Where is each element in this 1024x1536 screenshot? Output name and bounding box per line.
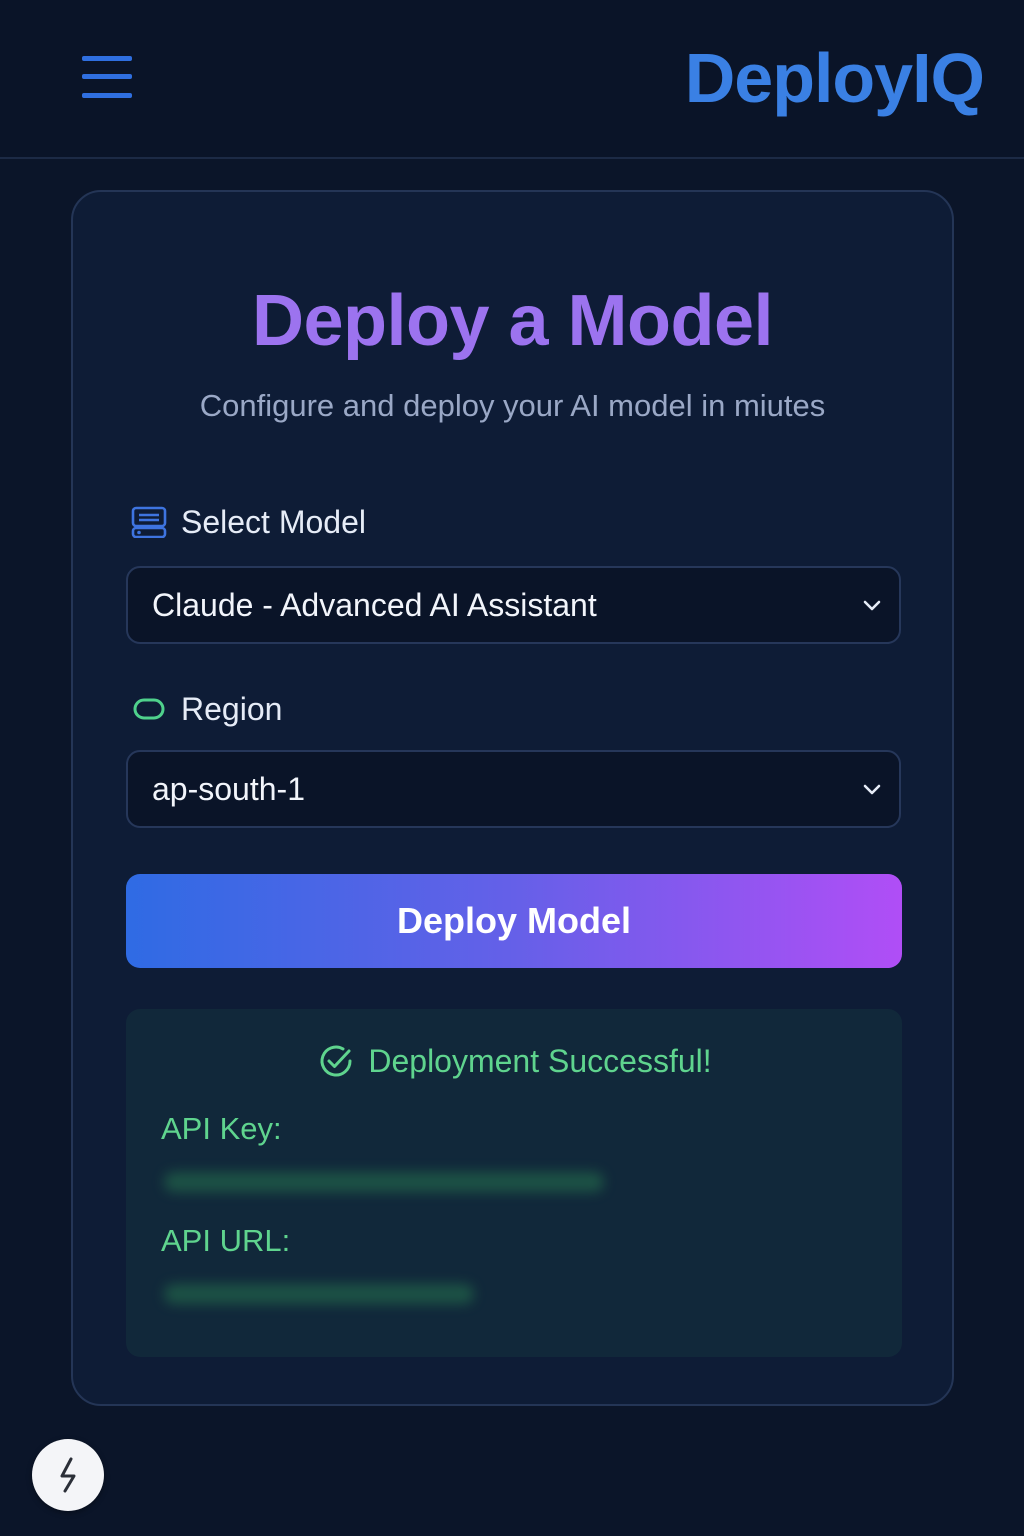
bolt-action-button[interactable]: [32, 1439, 104, 1511]
chevron-down-icon: [863, 784, 881, 795]
api-url-redacted[interactable]: [164, 1284, 474, 1304]
page-title: Deploy a Model: [251, 281, 774, 361]
select-model-label-text: Select Model: [181, 503, 366, 540]
app-header: DeployIQ: [0, 0, 1024, 159]
lightning-bolt-icon: [60, 1457, 76, 1493]
region-select[interactable]: ap-south-1: [126, 750, 901, 828]
region-label: Region: [129, 689, 282, 729]
menu-bar: [82, 74, 132, 79]
brand-logo[interactable]: DeployIQ: [685, 38, 985, 118]
deploy-model-button[interactable]: Deploy Model: [126, 874, 902, 968]
page-subtitle: Configure and deploy your AI model in mi…: [199, 388, 826, 423]
hamburger-menu-icon[interactable]: [80, 54, 136, 104]
region-pill-icon: [129, 689, 169, 729]
deployment-status: Deployment Successful!: [126, 1039, 902, 1083]
api-key-redacted[interactable]: [164, 1172, 604, 1192]
region-label-text: Region: [181, 690, 283, 727]
check-circle-icon: [320, 1045, 352, 1077]
chevron-down-icon: [863, 600, 881, 611]
api-url-label: API URL:: [161, 1223, 291, 1258]
model-select-value: Claude - Advanced AI Assistant: [152, 587, 597, 623]
deploy-card: Deploy a Model Configure and deploy your…: [71, 190, 954, 1406]
deployment-result-panel: Deployment Successful! API Key: API URL:: [126, 1009, 902, 1357]
menu-bar: [82, 56, 132, 61]
select-model-label: Select Model: [129, 502, 366, 542]
api-key-label: API Key:: [161, 1111, 282, 1146]
server-icon: [129, 502, 169, 542]
model-select[interactable]: Claude - Advanced AI Assistant: [126, 566, 901, 644]
region-select-value: ap-south-1: [152, 771, 305, 807]
deployment-status-text: Deployment Successful!: [368, 1042, 712, 1079]
menu-bar: [82, 93, 132, 98]
